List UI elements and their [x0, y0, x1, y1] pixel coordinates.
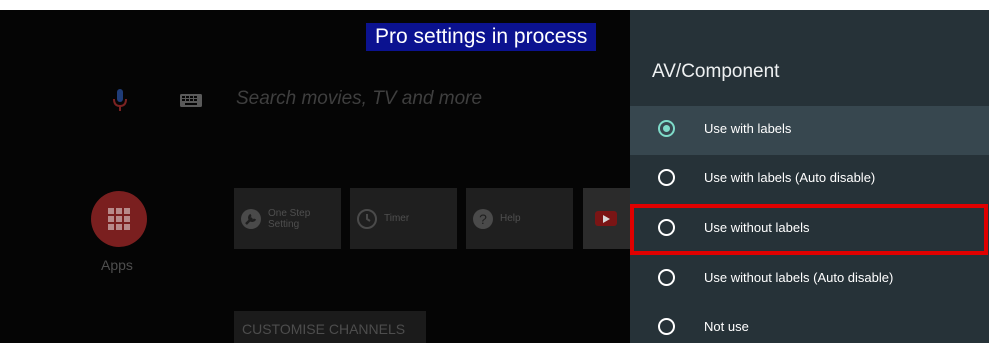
- radio-unselected-icon: [658, 169, 675, 186]
- search-input[interactable]: Search movies, TV and more: [236, 88, 482, 110]
- option-use-with-labels-auto-disable[interactable]: Use with labels (Auto disable): [630, 155, 989, 204]
- help-icon: ?: [473, 209, 493, 229]
- option-use-without-labels[interactable]: Use without labels: [630, 205, 989, 254]
- tile-timer[interactable]: Timer: [350, 188, 457, 249]
- radio-unselected-icon: [658, 269, 675, 286]
- tile-youtube[interactable]: [583, 188, 630, 249]
- radio-unselected-icon: [658, 219, 675, 236]
- radio-selected-icon: [658, 120, 675, 137]
- panel-title: AV/Component: [652, 61, 780, 82]
- tile-label: One Step Setting: [268, 208, 310, 230]
- option-label: Use with labels: [704, 121, 792, 136]
- launcher-background: Search movies, TV and more Apps One Step…: [0, 10, 630, 343]
- status-banner: Pro settings in process: [366, 23, 597, 51]
- settings-panel: AV/Component Use with labels Use with la…: [630, 10, 989, 343]
- clock-icon: [357, 209, 377, 229]
- option-label: Not use: [704, 319, 749, 334]
- customise-channels-button[interactable]: CUSTOMISE CHANNELS: [234, 311, 426, 343]
- tile-one-step-setting[interactable]: One Step Setting: [234, 188, 341, 249]
- keyboard-icon[interactable]: [180, 94, 202, 107]
- microphone-icon[interactable]: [113, 89, 127, 113]
- tv-screen: Search movies, TV and more Apps One Step…: [0, 10, 989, 343]
- youtube-icon: [595, 211, 617, 226]
- tile-label-text: Timer: [384, 213, 410, 224]
- wrench-icon: [241, 209, 261, 229]
- radio-unselected-icon: [658, 318, 675, 335]
- option-label: Use with labels (Auto disable): [704, 170, 876, 185]
- tile-label-text: Help: [500, 213, 521, 224]
- option-label: Use without labels (Auto disable): [704, 270, 894, 285]
- option-use-without-labels-auto-disable[interactable]: Use without labels (Auto disable): [630, 255, 989, 304]
- option-label: Use without labels: [704, 220, 810, 235]
- option-not-use[interactable]: Not use: [630, 304, 989, 343]
- tile-label-text: One Step Setting: [268, 208, 311, 230]
- apps-label: Apps: [101, 257, 133, 273]
- tile-help[interactable]: ? Help: [466, 188, 573, 249]
- svg-text:?: ?: [479, 211, 487, 227]
- option-use-with-labels[interactable]: Use with labels: [630, 106, 989, 155]
- apps-grid-icon: [108, 208, 130, 230]
